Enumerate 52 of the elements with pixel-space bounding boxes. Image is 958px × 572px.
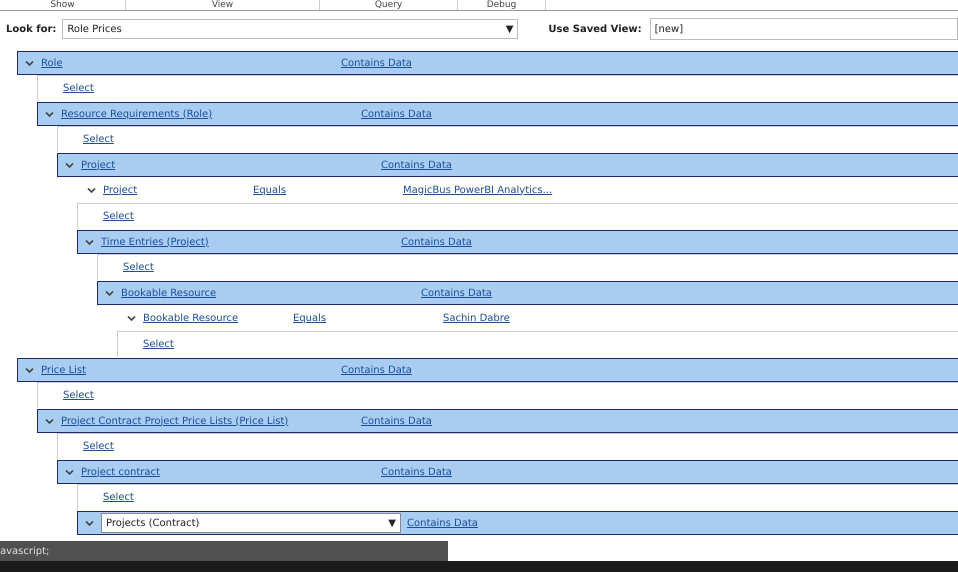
operator-link[interactable]: Equals [293, 312, 326, 324]
condition-link[interactable]: Contains Data [381, 466, 452, 478]
chevron-down-icon[interactable] [127, 314, 136, 322]
select-link[interactable]: Select [83, 134, 114, 145]
field-link[interactable]: Project [103, 184, 138, 196]
select-link[interactable]: Select [143, 339, 174, 350]
chevron-down-icon[interactable] [65, 162, 74, 168]
tab[interactable]: Query [320, 0, 458, 10]
entity-link[interactable]: Time Entries (Project) [101, 236, 209, 248]
chevron-down-icon[interactable] [45, 110, 54, 118]
saved-view-label: Use Saved View: [548, 24, 642, 34]
entity-link[interactable]: Price List [41, 364, 86, 376]
entity-link[interactable]: Role [41, 58, 63, 68]
chevron-down-icon[interactable] [105, 290, 114, 296]
condition-link[interactable]: Contains Data [341, 58, 412, 68]
condition-link[interactable]: Contains Data [361, 416, 432, 426]
value-link[interactable]: MagicBus PowerBI Analytics... [403, 184, 552, 196]
chevron-down-icon[interactable] [87, 186, 96, 194]
look-for-label: Look for: [6, 24, 56, 34]
select-link[interactable]: Select [63, 83, 94, 94]
entity-dropdown[interactable]: Role Prices ▼ [62, 19, 518, 39]
entity-link[interactable]: Project [81, 160, 116, 170]
value-link[interactable]: Sachin Dabre [443, 312, 510, 324]
chevron-down-icon[interactable] [45, 418, 54, 424]
entity-link[interactable]: Project contract [81, 466, 160, 478]
chevron-down-icon[interactable] [65, 468, 74, 476]
chevron-down-icon[interactable] [85, 520, 94, 526]
entity-link[interactable]: Project Contract Project Price Lists (Price List) [61, 416, 288, 426]
chevron-down-icon[interactable] [25, 366, 34, 374]
entity-link[interactable]: Resource Requirements (Role) [61, 108, 212, 120]
saved-view-field[interactable]: [new] [650, 18, 958, 40]
condition-link[interactable]: Contains Data [407, 518, 478, 528]
select-link[interactable]: Select [103, 211, 134, 222]
entity-dropdown[interactable]: Projects (Contract) ▼ [101, 513, 401, 533]
condition-link[interactable]: Contains Data [361, 108, 432, 120]
operator-link[interactable]: Equals [253, 184, 286, 196]
select-link[interactable]: Select [63, 390, 94, 401]
chevron-down-icon[interactable] [25, 60, 34, 66]
condition-link[interactable]: Contains Data [421, 288, 492, 298]
status-bar: avascript; [0, 541, 448, 561]
select-link[interactable]: Select [83, 441, 114, 452]
select-link[interactable]: Select [123, 262, 154, 273]
tab[interactable]: Show [0, 0, 126, 10]
condition-link[interactable]: Contains Data [381, 160, 452, 170]
field-link[interactable]: Bookable Resource [143, 312, 238, 324]
select-link[interactable]: Select [103, 492, 134, 503]
tab[interactable]: View [126, 0, 320, 10]
tab[interactable]: Debug [458, 0, 546, 10]
condition-link[interactable]: Contains Data [401, 236, 472, 248]
condition-link[interactable]: Contains Data [341, 364, 412, 376]
entity-link[interactable]: Bookable Resource [121, 288, 216, 298]
chevron-down-icon[interactable] [85, 238, 94, 246]
